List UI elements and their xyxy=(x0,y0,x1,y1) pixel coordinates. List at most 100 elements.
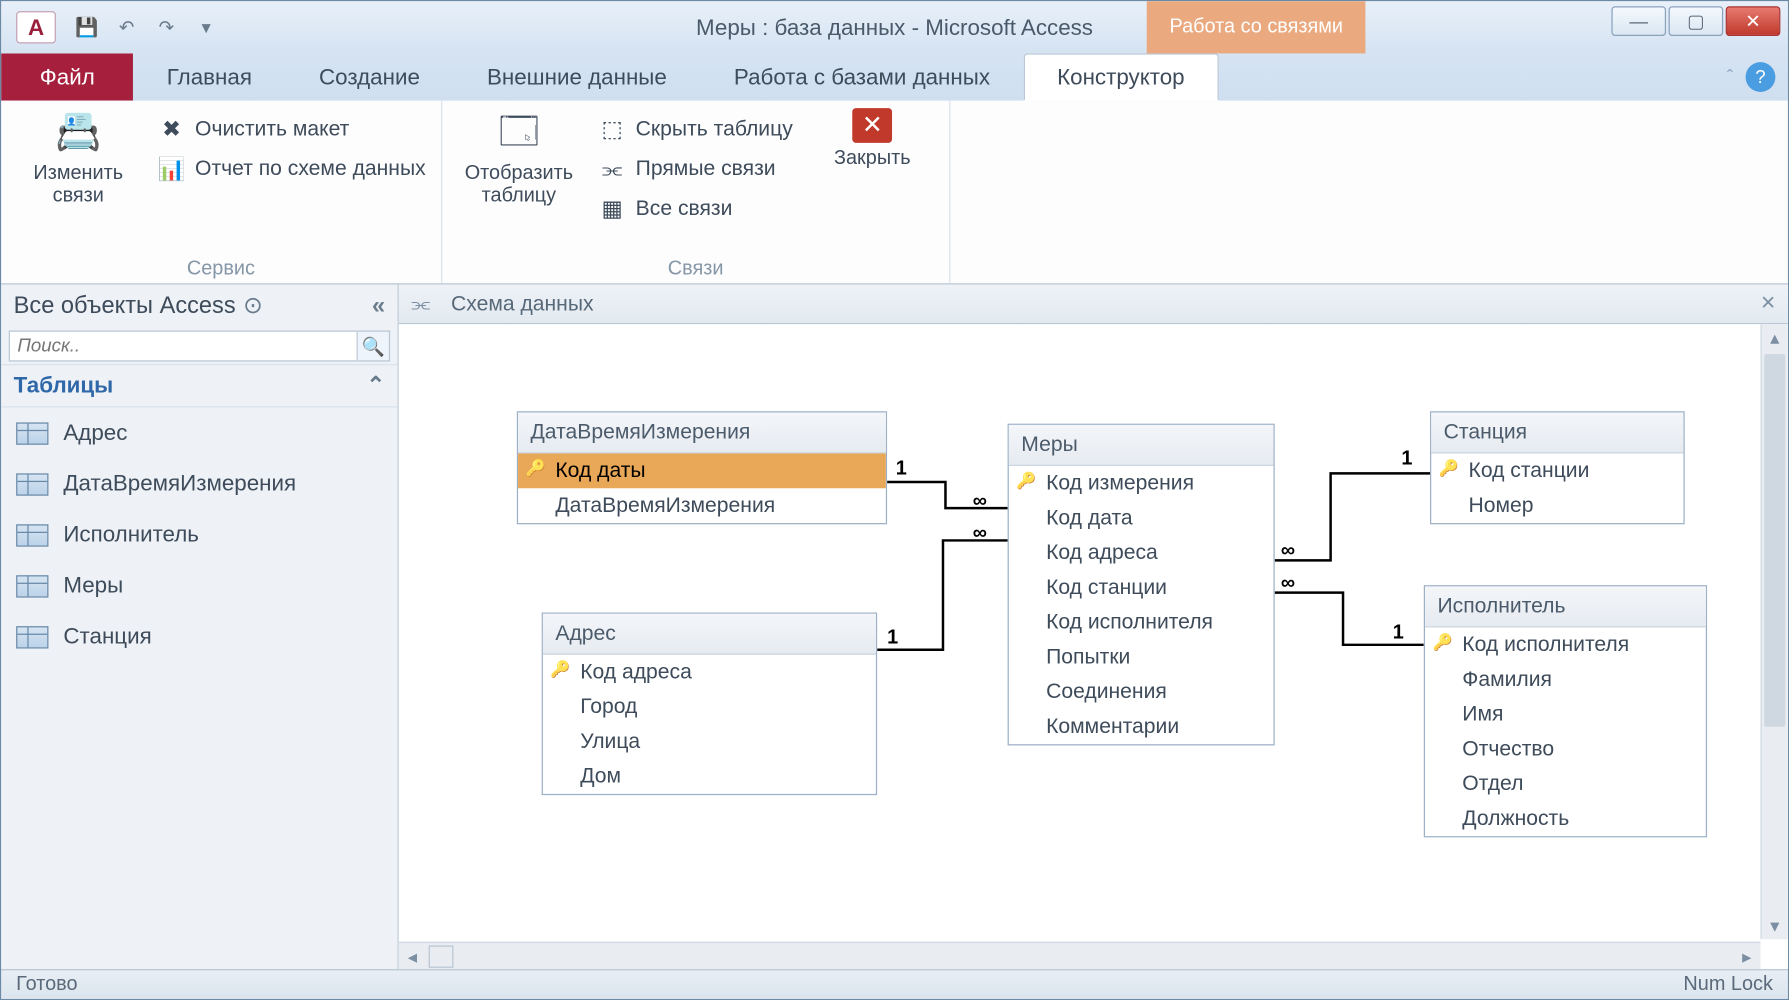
qat-dropdown-icon[interactable]: ▾ xyxy=(193,14,220,41)
table-box-station[interactable]: Станция Код станции Номер xyxy=(1430,411,1685,524)
table-box-address[interactable]: Адрес Код адреса Город Улица Дом xyxy=(542,613,877,796)
ribbon-tabs: Файл Главная Создание Внешние данные Раб… xyxy=(1,53,1788,100)
direct-relationships-button[interactable]: ⫘ Прямые связи xyxy=(598,155,792,182)
search-icon[interactable]: 🔍 xyxy=(358,330,390,361)
scroll-up-icon[interactable]: ▴ xyxy=(1762,324,1788,351)
table-field[interactable]: Код адреса xyxy=(543,655,876,690)
table-field[interactable]: Город xyxy=(543,690,876,725)
table-field[interactable]: Код измерения xyxy=(1009,466,1274,501)
group-relationships: 🗔 Отобразить таблицу ⬚ Скрыть таблицу ⫘ … xyxy=(442,101,951,284)
table-field[interactable]: Номер xyxy=(1431,488,1683,523)
hide-table-label: Скрыть таблицу xyxy=(636,117,793,142)
table-field[interactable]: Код даты xyxy=(518,453,886,488)
table-field[interactable]: Код станции xyxy=(1009,570,1274,605)
navigation-pane: Все объекты Access ⊙ « 🔍 Таблицы ⌃ Адрес… xyxy=(1,285,399,970)
rel-label-many: ∞ xyxy=(973,523,987,545)
table-field[interactable]: Код адреса xyxy=(1009,535,1274,570)
relationship-report-button[interactable]: 📊 Отчет по схеме данных xyxy=(158,155,426,182)
contextual-tab-label: Работа со связями xyxy=(1147,1,1365,53)
nav-item-address[interactable]: Адрес xyxy=(1,408,397,459)
nav-item-executor[interactable]: Исполнитель xyxy=(1,509,397,560)
scroll-thumb[interactable] xyxy=(1764,354,1785,727)
minimize-button[interactable]: — xyxy=(1611,6,1666,36)
scroll-left-icon[interactable]: ◂ xyxy=(399,943,426,969)
scroll-right-icon[interactable]: ▸ xyxy=(1733,943,1760,969)
close-window-button[interactable]: ✕ xyxy=(1726,6,1781,36)
save-icon[interactable]: 💾 xyxy=(73,14,100,41)
minimize-ribbon-icon[interactable]: ˆ xyxy=(1727,66,1733,87)
tab-file[interactable]: Файл xyxy=(1,53,133,100)
nav-item-datetime[interactable]: ДатаВремяИзмерения xyxy=(1,458,397,509)
tab-create[interactable]: Создание xyxy=(285,53,453,100)
edit-relationships-label: Изменить связи xyxy=(16,163,140,209)
table-field[interactable]: Комментарии xyxy=(1009,709,1274,744)
rel-label-many: ∞ xyxy=(1281,573,1295,595)
table-field[interactable]: Улица xyxy=(543,724,876,759)
table-field[interactable]: Отдел xyxy=(1425,767,1706,802)
nav-collapse-icon[interactable]: « xyxy=(372,293,385,320)
table-field[interactable]: Попытки xyxy=(1009,640,1274,675)
nav-item-label: Адрес xyxy=(63,420,127,446)
table-icon xyxy=(16,473,48,495)
horizontal-scrollbar[interactable]: ◂ ▸ xyxy=(399,942,1761,969)
table-field[interactable]: Дом xyxy=(543,759,876,794)
table-field[interactable]: Соединения xyxy=(1009,675,1274,710)
close-button[interactable]: ✕ Закрыть xyxy=(810,108,934,171)
show-table-label: Отобразить таблицу xyxy=(457,163,581,209)
rel-label-many: ∞ xyxy=(973,491,987,513)
scroll-down-icon[interactable]: ▾ xyxy=(1762,912,1788,939)
clear-icon: ✖ xyxy=(158,116,185,143)
table-box-measures[interactable]: Меры Код измерения Код дата Код адреса К… xyxy=(1008,424,1275,746)
close-icon: ✕ xyxy=(852,108,892,143)
nav-dropdown-icon[interactable]: ⊙ xyxy=(243,292,263,321)
table-field[interactable]: Код исполнителя xyxy=(1009,605,1274,640)
nav-item-label: ДатаВремяИзмерения xyxy=(63,471,296,497)
group-tools: 📇 Изменить связи ✖ Очистить макет 📊 Отче… xyxy=(1,101,442,284)
table-field[interactable]: Код исполнителя xyxy=(1425,627,1706,662)
table-field[interactable]: Должность xyxy=(1425,801,1706,836)
redo-icon[interactable]: ↷ xyxy=(153,14,180,41)
tab-home[interactable]: Главная xyxy=(133,53,285,100)
relationships-canvas[interactable]: 1 ∞ 1 ∞ ∞ 1 ∞ 1 ДатаВремяИзмерения Код д… xyxy=(399,324,1788,969)
document-tab-title: Схема данных xyxy=(451,291,594,316)
ribbon: 📇 Изменить связи ✖ Очистить макет 📊 Отче… xyxy=(1,101,1788,285)
hide-table-button[interactable]: ⬚ Скрыть таблицу xyxy=(598,116,792,143)
help-icon[interactable]: ? xyxy=(1746,62,1776,92)
collapse-icon[interactable]: ⌃ xyxy=(366,373,385,399)
tab-database-tools[interactable]: Работа с базами данных xyxy=(700,53,1023,100)
all-relationships-button[interactable]: ▦ Все связи xyxy=(598,195,792,222)
table-icon xyxy=(16,575,48,597)
nav-item-measures[interactable]: Меры xyxy=(1,560,397,611)
tab-external-data[interactable]: Внешние данные xyxy=(453,53,700,100)
table-field[interactable]: Фамилия xyxy=(1425,662,1706,697)
table-field[interactable]: Имя xyxy=(1425,697,1706,732)
undo-icon[interactable]: ↶ xyxy=(113,14,140,41)
nav-item-station[interactable]: Станция xyxy=(1,611,397,662)
nav-header[interactable]: Все объекты Access ⊙ « xyxy=(1,285,397,328)
maximize-button[interactable]: ▢ xyxy=(1669,6,1724,36)
table-icon xyxy=(16,626,48,648)
nav-category-tables[interactable]: Таблицы ⌃ xyxy=(1,364,397,407)
close-label: Закрыть xyxy=(834,148,911,171)
edit-relationships-button[interactable]: 📇 Изменить связи xyxy=(16,108,140,208)
table-field[interactable]: ДатаВремяИзмерения xyxy=(518,488,886,523)
table-field[interactable]: Отчество xyxy=(1425,732,1706,767)
clear-layout-button[interactable]: ✖ Очистить макет xyxy=(158,116,426,143)
tab-close-icon[interactable]: × xyxy=(1761,289,1776,318)
document-tab[interactable]: ⫘ Схема данных × xyxy=(399,285,1788,325)
nav-item-label: Меры xyxy=(63,573,123,599)
all-rel-icon: ▦ xyxy=(598,195,625,222)
datasheet-view-icon[interactable] xyxy=(429,945,454,967)
table-field[interactable]: Код дата xyxy=(1009,501,1274,536)
vertical-scrollbar[interactable]: ▴ ▾ xyxy=(1760,324,1787,939)
quick-access-toolbar: 💾 ↶ ↷ ▾ xyxy=(73,14,220,41)
search-input[interactable] xyxy=(9,330,358,361)
window-title: Меры : база данных - Microsoft Access xyxy=(696,14,1093,40)
table-box-executor[interactable]: Исполнитель Код исполнителя Фамилия Имя … xyxy=(1424,585,1707,837)
show-table-button[interactable]: 🗔 Отобразить таблицу xyxy=(457,108,581,208)
table-field[interactable]: Код станции xyxy=(1431,453,1683,488)
tab-design[interactable]: Конструктор xyxy=(1024,53,1219,100)
direct-rel-icon: ⫘ xyxy=(598,155,625,182)
status-ready: Готово xyxy=(16,973,77,995)
table-box-datetime[interactable]: ДатаВремяИзмерения Код даты ДатаВремяИзм… xyxy=(517,411,887,524)
